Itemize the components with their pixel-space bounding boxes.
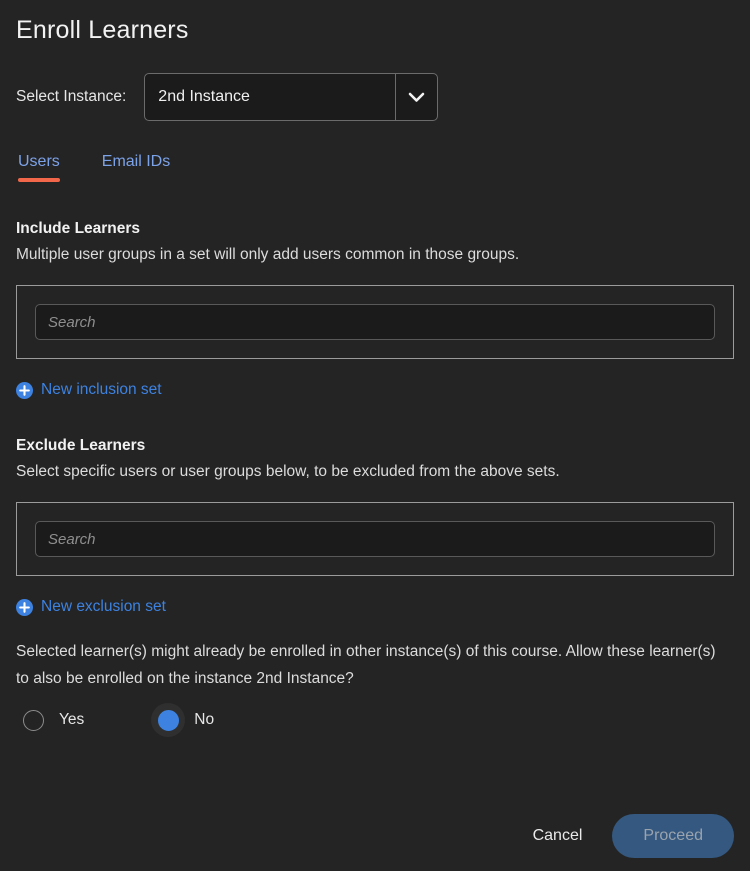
tab-active-indicator [18,178,60,182]
tab-users[interactable]: Users [18,153,60,182]
radio-option-yes[interactable]: Yes [16,703,84,737]
select-instance-label: Select Instance: [16,88,127,105]
include-search-input[interactable] [35,304,715,340]
tab-email-ids-label: Email IDs [101,153,171,170]
instance-select[interactable]: 2nd Instance [144,73,439,121]
include-learners-heading: Include Learners [16,220,141,237]
inclusion-set-box [16,285,734,359]
instance-select-value: 2nd Instance [158,88,250,105]
new-inclusion-set-button[interactable]: New inclusion set [16,381,162,399]
tab-bar: Users Email IDs [16,153,734,182]
exclusion-set-box [16,502,734,576]
plus-circle-icon [16,381,33,399]
enroll-learners-dialog: Enroll Learners Select Instance: 2nd Ins… [0,0,750,871]
dialog-footer: Cancel Proceed [519,814,734,858]
cancel-button[interactable]: Cancel [519,819,597,853]
allow-enrollment-question: Selected learner(s) might already be enr… [16,643,716,687]
radio-option-no[interactable]: No [151,703,214,737]
tab-users-label: Users [18,153,60,170]
radio-no-ring [151,703,186,737]
radio-yes-circle [22,709,44,731]
exclude-learners-description: Select specific users or user groups bel… [16,463,560,480]
exclude-search-input[interactable] [35,521,715,557]
tab-email-ids[interactable]: Email IDs [102,153,170,182]
chevron-down-icon [395,74,437,120]
new-inclusion-set-label: New inclusion set [41,381,162,398]
exclude-learners-heading: Exclude Learners [16,437,146,454]
plus-circle-icon [16,598,33,616]
radio-no-label: No [194,711,215,728]
select-instance-row: Select Instance: 2nd Instance [16,73,734,121]
radio-yes-ring [16,703,50,737]
radio-no-circle [157,709,179,731]
new-exclusion-set-label: New exclusion set [41,598,166,615]
include-learners-description: Multiple user groups in a set will only … [16,246,520,263]
allow-enrollment-radio-group: Yes No [16,703,734,737]
new-exclusion-set-button[interactable]: New exclusion set [16,598,166,616]
proceed-button[interactable]: Proceed [612,814,734,858]
radio-yes-label: Yes [59,711,85,728]
page-title: Enroll Learners [16,16,189,44]
